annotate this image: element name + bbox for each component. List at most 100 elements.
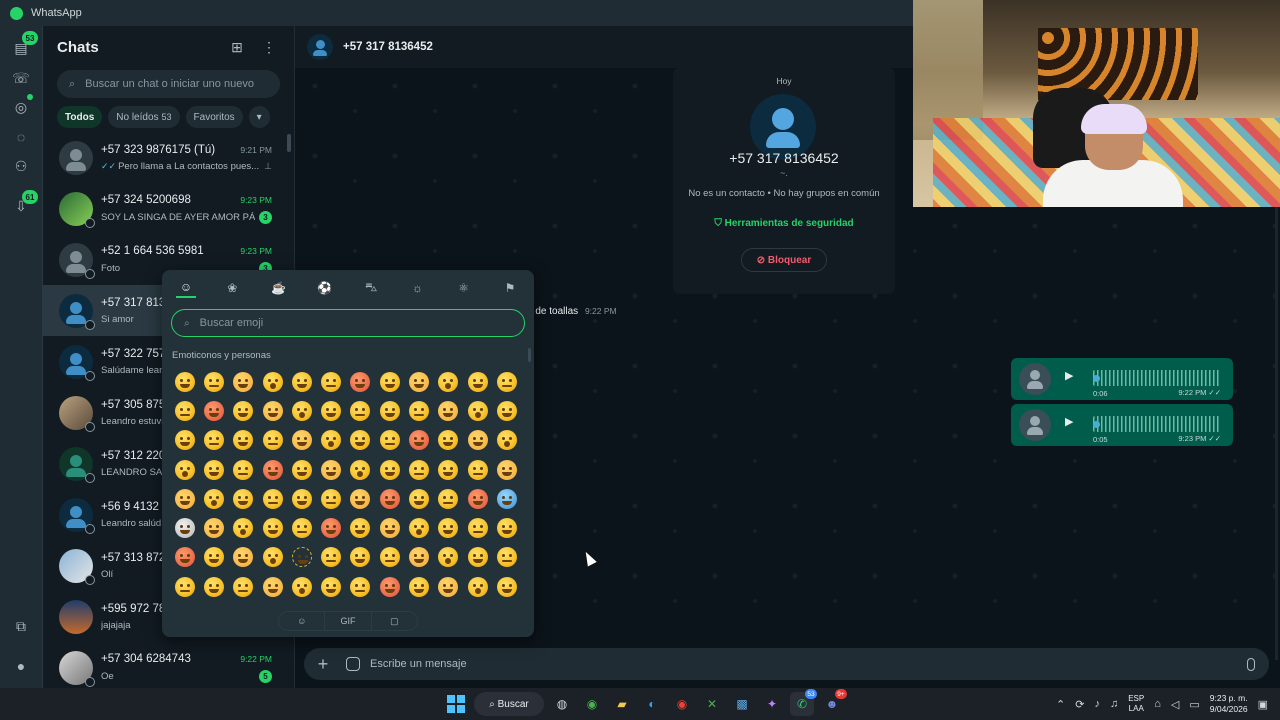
emoji-item[interactable]: [199, 484, 228, 513]
emoji-item[interactable]: [258, 543, 287, 572]
emoji-item[interactable]: [287, 396, 316, 425]
status-icon[interactable]: ◎: [11, 97, 31, 117]
emoji-item[interactable]: [492, 543, 521, 572]
emoji-item[interactable]: [170, 484, 199, 513]
discord-icon[interactable]: ☻ 9+: [820, 689, 847, 716]
emoji-item[interactable]: [170, 396, 199, 425]
emoji-item[interactable]: [346, 543, 375, 572]
emoji-item[interactable]: [258, 367, 287, 396]
emoji-item[interactable]: [199, 396, 228, 425]
waveform[interactable]: [1093, 370, 1221, 386]
emoji-item[interactable]: [492, 455, 521, 484]
emoji-item[interactable]: [375, 396, 404, 425]
emoji-item[interactable]: [463, 572, 492, 601]
emoji-item[interactable]: [346, 396, 375, 425]
waveform[interactable]: [1093, 416, 1221, 432]
notifications-icon[interactable]: ▣: [1258, 698, 1268, 711]
emoji-item[interactable]: [434, 367, 463, 396]
communities-icon[interactable]: ⚇: [11, 156, 31, 176]
battery-icon[interactable]: ▭: [1189, 698, 1199, 711]
play-icon[interactable]: ▶: [1065, 369, 1073, 382]
emoji-item[interactable]: [229, 513, 258, 542]
emoji-item[interactable]: [404, 513, 433, 542]
play-icon[interactable]: ▶: [1065, 415, 1073, 428]
microphone-icon[interactable]: ♪: [1094, 698, 1100, 710]
emoji-item[interactable]: [229, 543, 258, 572]
emoji-item[interactable]: [258, 513, 287, 542]
filter-favoritos[interactable]: Favoritos: [185, 106, 243, 128]
media-icon[interactable]: ⧉: [11, 616, 31, 636]
chat-row[interactable]: +57 324 5200698 9:23 PM SOY LA SINGA DE A…: [43, 183, 294, 234]
chevron-up-icon[interactable]: ⌃: [1056, 698, 1065, 711]
emoji-item[interactable]: [404, 426, 433, 455]
channels-icon[interactable]: ◌: [11, 127, 31, 147]
filter-more[interactable]: ▾: [248, 106, 270, 128]
travel-icon[interactable]: ⛍: [361, 278, 381, 298]
attach-icon[interactable]: +: [314, 654, 332, 675]
emoji-item[interactable]: [404, 543, 433, 572]
activity-icon[interactable]: ⚽: [315, 278, 335, 298]
emoji-item[interactable]: [404, 484, 433, 513]
taskbar-search[interactable]: ⌕ Buscar: [474, 692, 544, 716]
chat-row[interactable]: +57 304 6284743 9:22 PM Oe 5: [43, 642, 294, 688]
filter-no-leidos[interactable]: No leídos 53: [108, 106, 180, 128]
emoji-item[interactable]: [170, 572, 199, 601]
emoji-item[interactable]: [199, 513, 228, 542]
emoji-item[interactable]: [287, 513, 316, 542]
chat-search-input[interactable]: ⌕ Buscar un chat o iniciar uno nuevo: [57, 70, 280, 98]
profile-icon[interactable]: ●: [11, 656, 31, 676]
emoji-item[interactable]: [258, 455, 287, 484]
emoji-item[interactable]: [316, 367, 345, 396]
emoji-item[interactable]: [404, 367, 433, 396]
emoji-item[interactable]: [346, 484, 375, 513]
emoji-search-input[interactable]: ⌕ Buscar emoji: [171, 309, 525, 337]
emoji-item[interactable]: [287, 572, 316, 601]
emoji-item[interactable]: [287, 367, 316, 396]
emoji-item[interactable]: [346, 513, 375, 542]
file-explorer-icon[interactable]: ▰: [610, 692, 634, 716]
emoji-item[interactable]: [258, 484, 287, 513]
emoji-item[interactable]: [375, 455, 404, 484]
emoji-item[interactable]: [170, 513, 199, 542]
emoji-item[interactable]: [199, 543, 228, 572]
emoji-item[interactable]: [316, 513, 345, 542]
calls-icon[interactable]: ☏: [11, 68, 31, 88]
chat-list-scrollbar[interactable]: [287, 134, 291, 152]
emoji-item[interactable]: [287, 543, 316, 572]
chat-row[interactable]: +57 323 9876175 (Tú) 9:21 PM ✓✓ Pero llama…: [43, 132, 294, 183]
symbols-icon[interactable]: ⚛: [454, 278, 474, 298]
flags-icon[interactable]: ⚑: [500, 278, 520, 298]
emoji-item[interactable]: [346, 426, 375, 455]
emoji-item[interactable]: [375, 513, 404, 542]
smileys-icon[interactable]: ☺: [176, 278, 196, 298]
emoji-item[interactable]: [375, 367, 404, 396]
emoji-item[interactable]: [375, 484, 404, 513]
chrome-profile-icon[interactable]: ◉: [580, 692, 604, 716]
network-icon[interactable]: ⌂: [1154, 698, 1161, 710]
emoji-item[interactable]: [229, 484, 258, 513]
emoji-item[interactable]: [463, 455, 492, 484]
emoji-item[interactable]: [492, 367, 521, 396]
emoji-item[interactable]: [434, 543, 463, 572]
emoji-item[interactable]: [492, 426, 521, 455]
animals-icon[interactable]: ❀: [222, 278, 242, 298]
mic-icon[interactable]: [1247, 657, 1255, 671]
emoji-item[interactable]: [229, 455, 258, 484]
safety-tools-link[interactable]: ⛉ Herramientas de seguridad: [673, 218, 895, 229]
objects-icon[interactable]: ☼: [407, 278, 427, 298]
emoji-item[interactable]: [434, 513, 463, 542]
emoji-item[interactable]: [170, 426, 199, 455]
emoji-item[interactable]: [287, 455, 316, 484]
emoji-item[interactable]: [229, 426, 258, 455]
emoji-item[interactable]: [434, 426, 463, 455]
emoji-item[interactable]: [258, 396, 287, 425]
emoji-tab[interactable]: ☺: [279, 612, 326, 630]
volume-icon[interactable]: ♫: [1110, 698, 1118, 710]
emoji-item[interactable]: [346, 572, 375, 601]
emoji-item[interactable]: [316, 484, 345, 513]
chrome-icon[interactable]: ◉: [670, 692, 694, 716]
emoji-item[interactable]: [229, 396, 258, 425]
copilot-icon[interactable]: ◍: [550, 692, 574, 716]
emoji-item[interactable]: [316, 572, 345, 601]
emoji-item[interactable]: [434, 396, 463, 425]
